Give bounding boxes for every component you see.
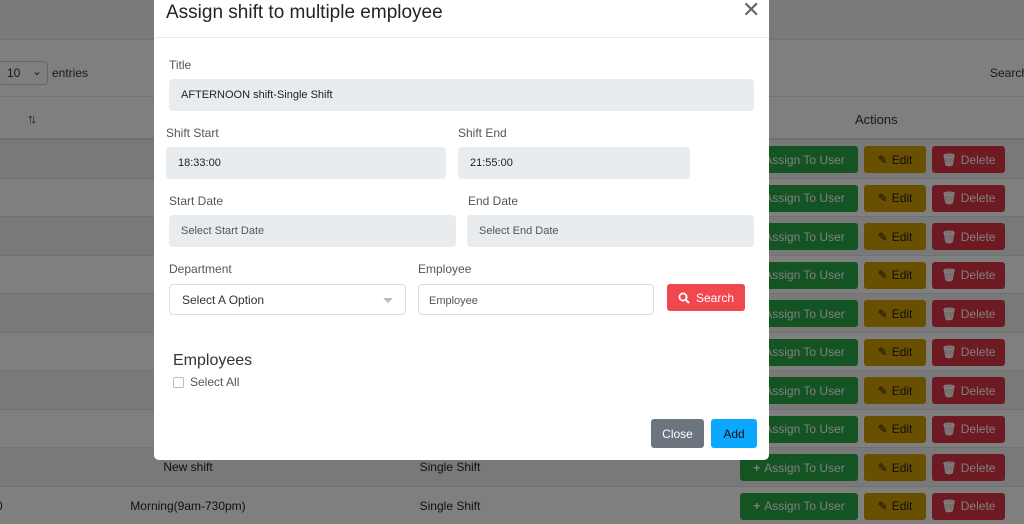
assign-shift-modal: Assign shift to multiple employee ✕ Titl…: [154, 0, 769, 460]
shift-start-label: Shift Start: [166, 126, 219, 140]
close-button-label: Close: [662, 426, 693, 441]
department-select[interactable]: Select A Option: [169, 284, 406, 315]
title-label: Title: [169, 58, 192, 72]
shift-start-field[interactable]: 18:33:00: [166, 147, 446, 179]
caret-down-icon: [383, 298, 393, 303]
start-date-label: Start Date: [169, 194, 224, 208]
end-date-field[interactable]: Select End Date: [467, 215, 754, 247]
employee-input[interactable]: Employee: [418, 284, 654, 315]
shift-end-label: Shift End: [458, 126, 507, 140]
search-icon: [678, 292, 690, 304]
start-date-field[interactable]: Select Start Date: [169, 215, 456, 247]
end-date-label: End Date: [468, 194, 519, 208]
select-all-label: Select All: [190, 375, 240, 389]
department-label: Department: [169, 262, 232, 276]
modal-header: Assign shift to multiple employee ✕: [154, 0, 769, 38]
search-button-label: Search: [695, 290, 735, 305]
search-button[interactable]: Search: [667, 284, 745, 311]
close-button[interactable]: Close: [651, 419, 704, 448]
department-select-value: Select A Option: [182, 293, 265, 307]
select-all-checkbox[interactable]: [173, 377, 184, 388]
add-button-label: Add: [723, 426, 745, 441]
employee-label: Employee: [418, 262, 472, 276]
shift-end-field[interactable]: 21:55:00: [458, 147, 690, 179]
add-button[interactable]: Add: [711, 419, 757, 448]
title-field[interactable]: AFTERNOON shift-Single Shift: [169, 79, 754, 111]
close-icon[interactable]: ✕: [742, 0, 760, 21]
modal-title: Assign shift to multiple employee: [166, 2, 443, 23]
employees-heading: Employees: [173, 352, 253, 369]
